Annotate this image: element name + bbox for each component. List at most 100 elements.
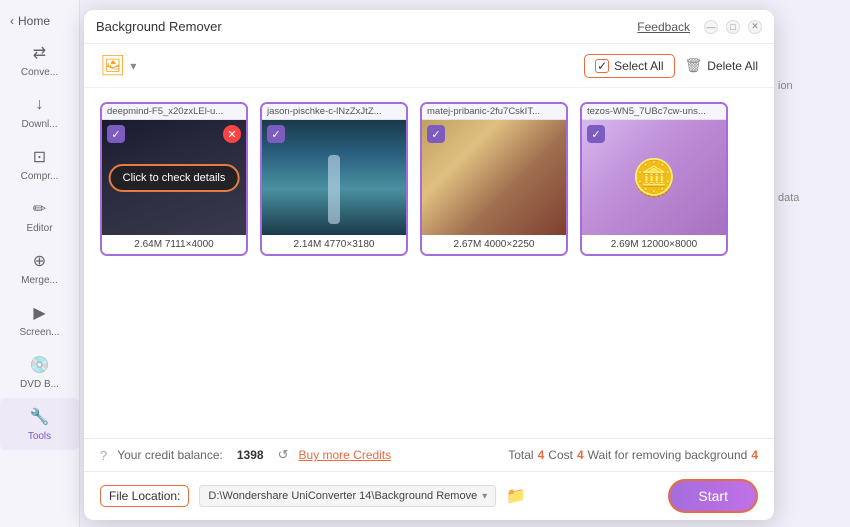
- sidebar-item-label: Screen...: [19, 327, 59, 338]
- tools-icon: 🔧: [30, 407, 50, 427]
- sidebar-item-label: Tools: [28, 431, 51, 442]
- sidebar-item-merge[interactable]: ⊕ Merge...: [0, 242, 79, 294]
- select-all-label: Select All: [614, 59, 663, 73]
- image-size: 2.14M: [294, 239, 322, 250]
- cost-label: Cost: [548, 448, 573, 462]
- sidebar: ‹ Home ⇄ Conve... ↓ Downl... ⊡ Compr... …: [0, 0, 80, 527]
- credit-value: 1398: [237, 448, 264, 462]
- sidebar-item-compress[interactable]: ⊡ Compr...: [0, 138, 79, 190]
- back-icon: ‹: [10, 14, 14, 28]
- credit-label: Your credit balance:: [117, 448, 223, 462]
- dialog-title: Background Remover: [96, 19, 629, 34]
- screen-icon: ▶: [33, 303, 45, 323]
- image-card[interactable]: tezos-WN5_7UBc7cw-uns... ✓ 🪙 2.69M 12000…: [580, 102, 728, 256]
- image-info: 2.67M 4000×2250: [422, 235, 566, 254]
- editor-icon: ✏: [33, 199, 46, 219]
- image-filename: tezos-WN5_7UBc7cw-uns...: [582, 104, 726, 120]
- delete-all-label: Delete All: [707, 59, 758, 73]
- delete-all-button[interactable]: 🗑 Delete All: [685, 57, 758, 74]
- file-location-row: File Location: D:\Wondershare UniConvert…: [84, 471, 774, 520]
- file-location-path[interactable]: D:\Wondershare UniConverter 14\Backgroun…: [199, 485, 496, 507]
- add-files-button[interactable]: 🖼 ▾: [100, 53, 136, 78]
- selected-checkbox: ✓: [587, 125, 605, 143]
- image-info: 2.14M 4770×3180: [262, 235, 406, 254]
- sidebar-home-label: Home: [18, 14, 50, 28]
- sidebar-item-label: Downl...: [21, 119, 57, 130]
- sidebar-item-label: Compr...: [21, 171, 59, 182]
- selected-checkbox: ✓: [267, 125, 285, 143]
- sidebar-back-button[interactable]: ‹ Home: [0, 8, 79, 34]
- sidebar-item-label: Conve...: [21, 67, 58, 78]
- image-size: 2.64M: [134, 239, 162, 250]
- image-thumbnail: ✓ ✕ Click to check details: [102, 120, 246, 235]
- total-value: 4: [538, 448, 545, 462]
- minimize-button[interactable]: —: [704, 20, 718, 34]
- dialog-titlebar: Background Remover Feedback — □ ✕: [84, 10, 774, 44]
- image-dim-val: 4000×2250: [484, 239, 534, 250]
- wait-value: 4: [751, 448, 758, 462]
- image-card[interactable]: matej-pribanic-2fu7CskIT... ✓ 2.67M 4000…: [420, 102, 568, 256]
- image-card[interactable]: deepmind-F5_x20zxLEl-u... ✓ ✕ Click to c…: [100, 102, 248, 256]
- sidebar-item-dvd[interactable]: 💿 DVD B...: [0, 346, 79, 398]
- remove-image-button[interactable]: ✕: [223, 125, 241, 143]
- feedback-link[interactable]: Feedback: [637, 20, 690, 34]
- image-info: 2.64M 7111×4000: [102, 235, 246, 254]
- folder-browse-icon[interactable]: 📁: [506, 486, 526, 506]
- compress-icon: ⊡: [33, 147, 46, 167]
- trash-icon: 🗑: [685, 57, 703, 74]
- start-button[interactable]: Start: [668, 479, 758, 513]
- refresh-icon[interactable]: ↺: [278, 447, 289, 463]
- file-location-label: File Location:: [100, 485, 189, 507]
- selected-checkbox: ✓: [427, 125, 445, 143]
- image-size: 2.67M: [454, 239, 482, 250]
- sidebar-item-label: DVD B...: [20, 379, 59, 390]
- dialog-footer: ? Your credit balance: 1398 ↺ Buy more C…: [84, 438, 774, 471]
- cost-value: 4: [577, 448, 584, 462]
- footer-stats: Total 4 Cost 4 Wait for removing backgro…: [508, 448, 758, 462]
- right-panel-ion: ion: [778, 80, 842, 92]
- wait-label: Wait for removing background: [588, 448, 748, 462]
- image-size: 2.69M: [611, 239, 639, 250]
- fileloc-dropdown-icon[interactable]: ▾: [482, 491, 487, 502]
- background-remover-dialog: Background Remover Feedback — □ ✕ 🖼 ▾ ✓ …: [84, 10, 774, 520]
- sidebar-item-tools[interactable]: 🔧 Tools: [0, 398, 79, 450]
- total-label: Total: [508, 448, 533, 462]
- image-thumbnail: ✓: [262, 120, 406, 235]
- sidebar-item-download[interactable]: ↓ Downl...: [0, 86, 79, 138]
- dialog-toolbar: 🖼 ▾ ✓ Select All 🗑 Delete All: [84, 44, 774, 88]
- image-thumbnail: ✓ 🪙: [582, 120, 726, 235]
- image-filename: jason-pischke-c-lNzZxJtZ...: [262, 104, 406, 120]
- add-caret-icon: ▾: [130, 59, 136, 73]
- sidebar-item-label: Merge...: [21, 275, 58, 286]
- merge-icon: ⊕: [33, 251, 46, 271]
- image-card[interactable]: jason-pischke-c-lNzZxJtZ... ✓ 2.14M 4770…: [260, 102, 408, 256]
- select-all-button[interactable]: ✓ Select All: [584, 54, 674, 78]
- image-filename: deepmind-F5_x20zxLEl-u...: [102, 104, 246, 120]
- image-info: 2.69M 12000×8000: [582, 235, 726, 254]
- file-location-path-text: D:\Wondershare UniConverter 14\Backgroun…: [208, 490, 477, 502]
- dvd-icon: 💿: [30, 355, 50, 375]
- check-details-overlay[interactable]: Click to check details: [109, 164, 240, 192]
- image-filename: matej-pribanic-2fu7CskIT...: [422, 104, 566, 120]
- convert-icon: ⇄: [33, 43, 46, 63]
- download-icon: ↓: [36, 96, 44, 114]
- image-dim-val: 12000×8000: [641, 239, 697, 250]
- select-all-checkbox: ✓: [595, 59, 609, 73]
- crypto-icon: 🪙: [632, 157, 677, 199]
- help-icon[interactable]: ?: [100, 448, 107, 463]
- selected-checkbox: ✓: [107, 125, 125, 143]
- sidebar-item-label: Editor: [26, 223, 52, 234]
- buy-more-credits-link[interactable]: Buy more Credits: [298, 448, 391, 462]
- sidebar-item-editor[interactable]: ✏ Editor: [0, 190, 79, 242]
- right-panel-data: data: [778, 192, 842, 204]
- maximize-button[interactable]: □: [726, 20, 740, 34]
- image-thumbnail: ✓: [422, 120, 566, 235]
- sidebar-item-screen[interactable]: ▶ Screen...: [0, 294, 79, 346]
- right-panel: ion data: [770, 0, 850, 527]
- sidebar-item-convert[interactable]: ⇄ Conve...: [0, 34, 79, 86]
- add-files-icon: 🖼: [100, 53, 125, 78]
- close-button[interactable]: ✕: [748, 20, 762, 34]
- image-dim-val: 7111×4000: [165, 239, 214, 250]
- image-dim-val: 4770×3180: [324, 239, 374, 250]
- image-grid: deepmind-F5_x20zxLEl-u... ✓ ✕ Click to c…: [84, 88, 774, 438]
